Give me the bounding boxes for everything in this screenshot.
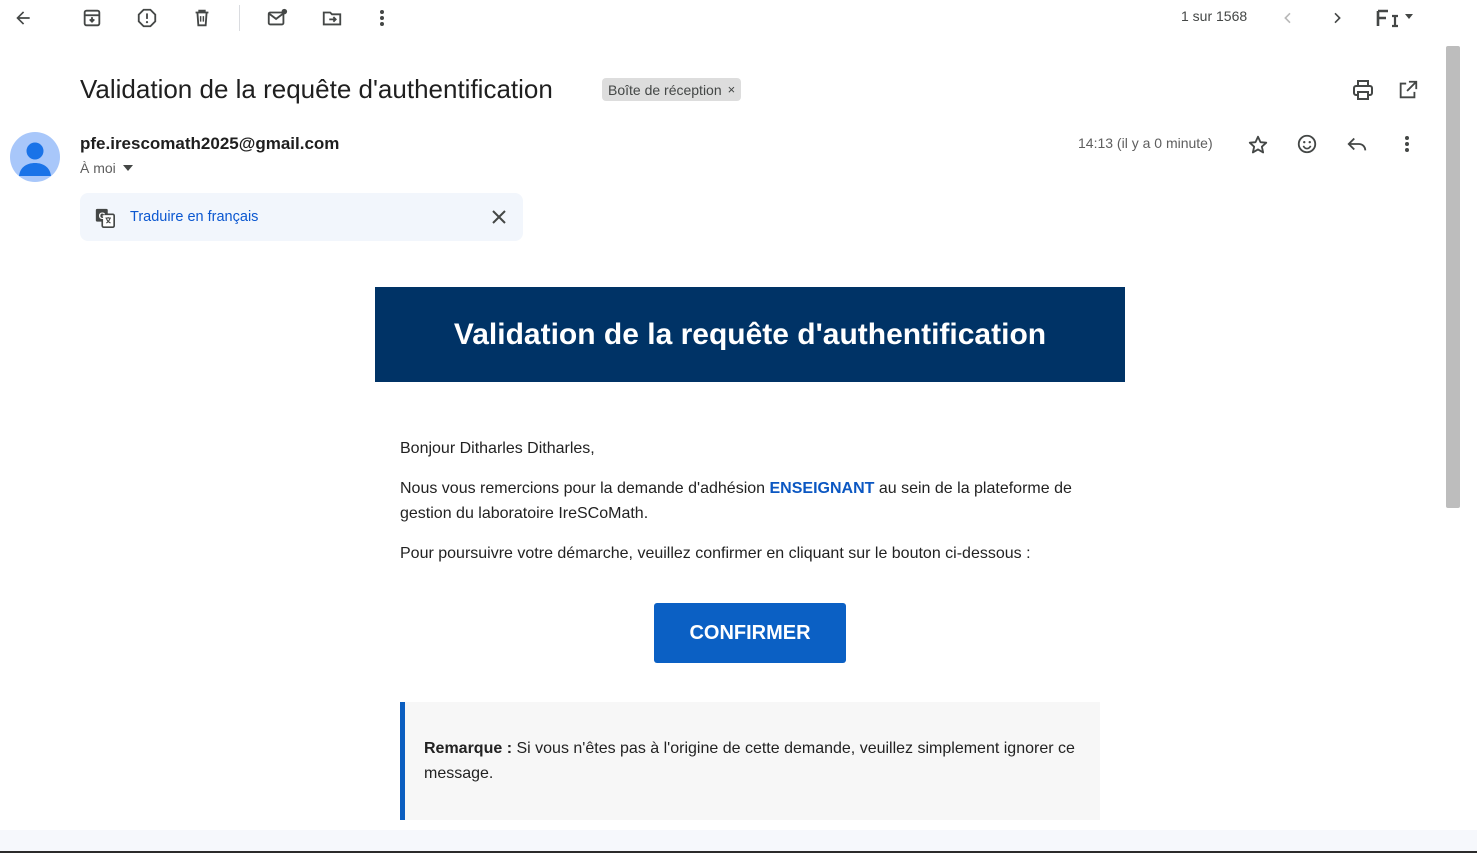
bottom-edge — [0, 830, 1477, 853]
label-text: Boîte de réception — [608, 81, 722, 98]
archive-icon — [83, 9, 101, 27]
email-subject: Validation de la requête d'authentificat… — [80, 74, 553, 104]
input-tools-icon — [1376, 9, 1413, 28]
close-icon — [492, 210, 506, 224]
recipient-details[interactable]: À moi — [80, 160, 133, 176]
caret-down-icon — [122, 165, 133, 171]
delete-button[interactable] — [184, 0, 220, 36]
back-button[interactable] — [5, 0, 41, 36]
report-spam-icon — [137, 8, 157, 28]
more-options-button[interactable] — [364, 0, 400, 36]
note-text: Si vous n'êtes pas à l'origine de cette … — [424, 740, 1075, 782]
star-icon — [1248, 135, 1268, 154]
input-tools-button[interactable] — [1370, 0, 1418, 36]
confirm-button[interactable]: CONFIRMER — [654, 603, 846, 663]
scrollbar-thumb[interactable] — [1446, 46, 1460, 508]
email-banner-title: Validation de la requête d'authentificat… — [453, 317, 1047, 351]
note-paragraph: Remarque : Si vous n'êtes pas à l'origin… — [424, 736, 1084, 786]
translate-link[interactable]: Traduire en français — [130, 209, 258, 225]
chevron-left-icon — [1284, 12, 1291, 24]
arrow-left-icon — [16, 11, 30, 25]
translate-icon: G — [95, 208, 115, 228]
instruction-paragraph: Pour poursuivre votre démarche, veuillez… — [400, 545, 1031, 562]
recipient-label: À moi — [80, 160, 116, 176]
svg-text:G: G — [99, 211, 106, 221]
star-button[interactable] — [1240, 127, 1276, 163]
print-all-button[interactable] — [1345, 72, 1381, 108]
reply-icon — [1347, 137, 1367, 151]
trash-icon — [195, 9, 209, 27]
email-view: 1 sur 1568 Validation de la requête d'au… — [0, 0, 1460, 830]
greeting-text: Bonjour Ditharles Ditharles, — [400, 440, 595, 457]
intro-text: Nous vous remercions pour la demande d'a… — [400, 480, 770, 497]
sender-address[interactable]: pfe.irescomath2025@gmail.com — [80, 134, 339, 154]
translate-banner: G Traduire en français — [80, 193, 523, 241]
pager-count: 1 sur 1568 — [1181, 8, 1248, 24]
mark-unread-icon — [267, 8, 288, 26]
open-in-new-icon — [1399, 80, 1418, 99]
remove-label-button[interactable]: × — [728, 82, 736, 97]
report-spam-button[interactable] — [129, 0, 165, 36]
open-new-window-button[interactable] — [1390, 72, 1426, 108]
smiley-icon — [1297, 134, 1317, 154]
chevron-right-icon — [1334, 12, 1341, 24]
note-label: Remarque : — [424, 740, 513, 757]
move-to-icon — [322, 11, 342, 26]
intro-paragraph: Nous vous remercions pour la demande d'a… — [400, 476, 1100, 526]
message-timestamp: 14:13 (il y a 0 minute) — [1078, 135, 1213, 151]
archive-button[interactable] — [74, 0, 110, 36]
emoji-reaction-button[interactable] — [1289, 126, 1325, 162]
newer-button[interactable] — [1270, 0, 1306, 36]
role-highlight: ENSEIGNANT — [769, 480, 875, 497]
move-to-button[interactable] — [314, 0, 350, 36]
older-button[interactable] — [1319, 0, 1355, 36]
toolbar-divider — [239, 5, 240, 31]
reply-button[interactable] — [1339, 126, 1375, 162]
sender-avatar[interactable] — [10, 132, 60, 182]
inbox-label-chip[interactable]: Boîte de réception × — [602, 78, 742, 101]
email-banner: Validation de la requête d'authentificat… — [375, 287, 1125, 382]
person-icon — [19, 142, 51, 176]
print-icon — [1353, 80, 1373, 100]
close-translate-button[interactable] — [481, 199, 517, 235]
more-vertical-icon — [380, 10, 384, 26]
mark-unread-button[interactable] — [259, 0, 295, 36]
note-box: Remarque : Si vous n'êtes pas à l'origin… — [400, 702, 1100, 820]
message-more-button[interactable] — [1389, 126, 1425, 162]
more-vertical-icon — [1405, 136, 1409, 152]
